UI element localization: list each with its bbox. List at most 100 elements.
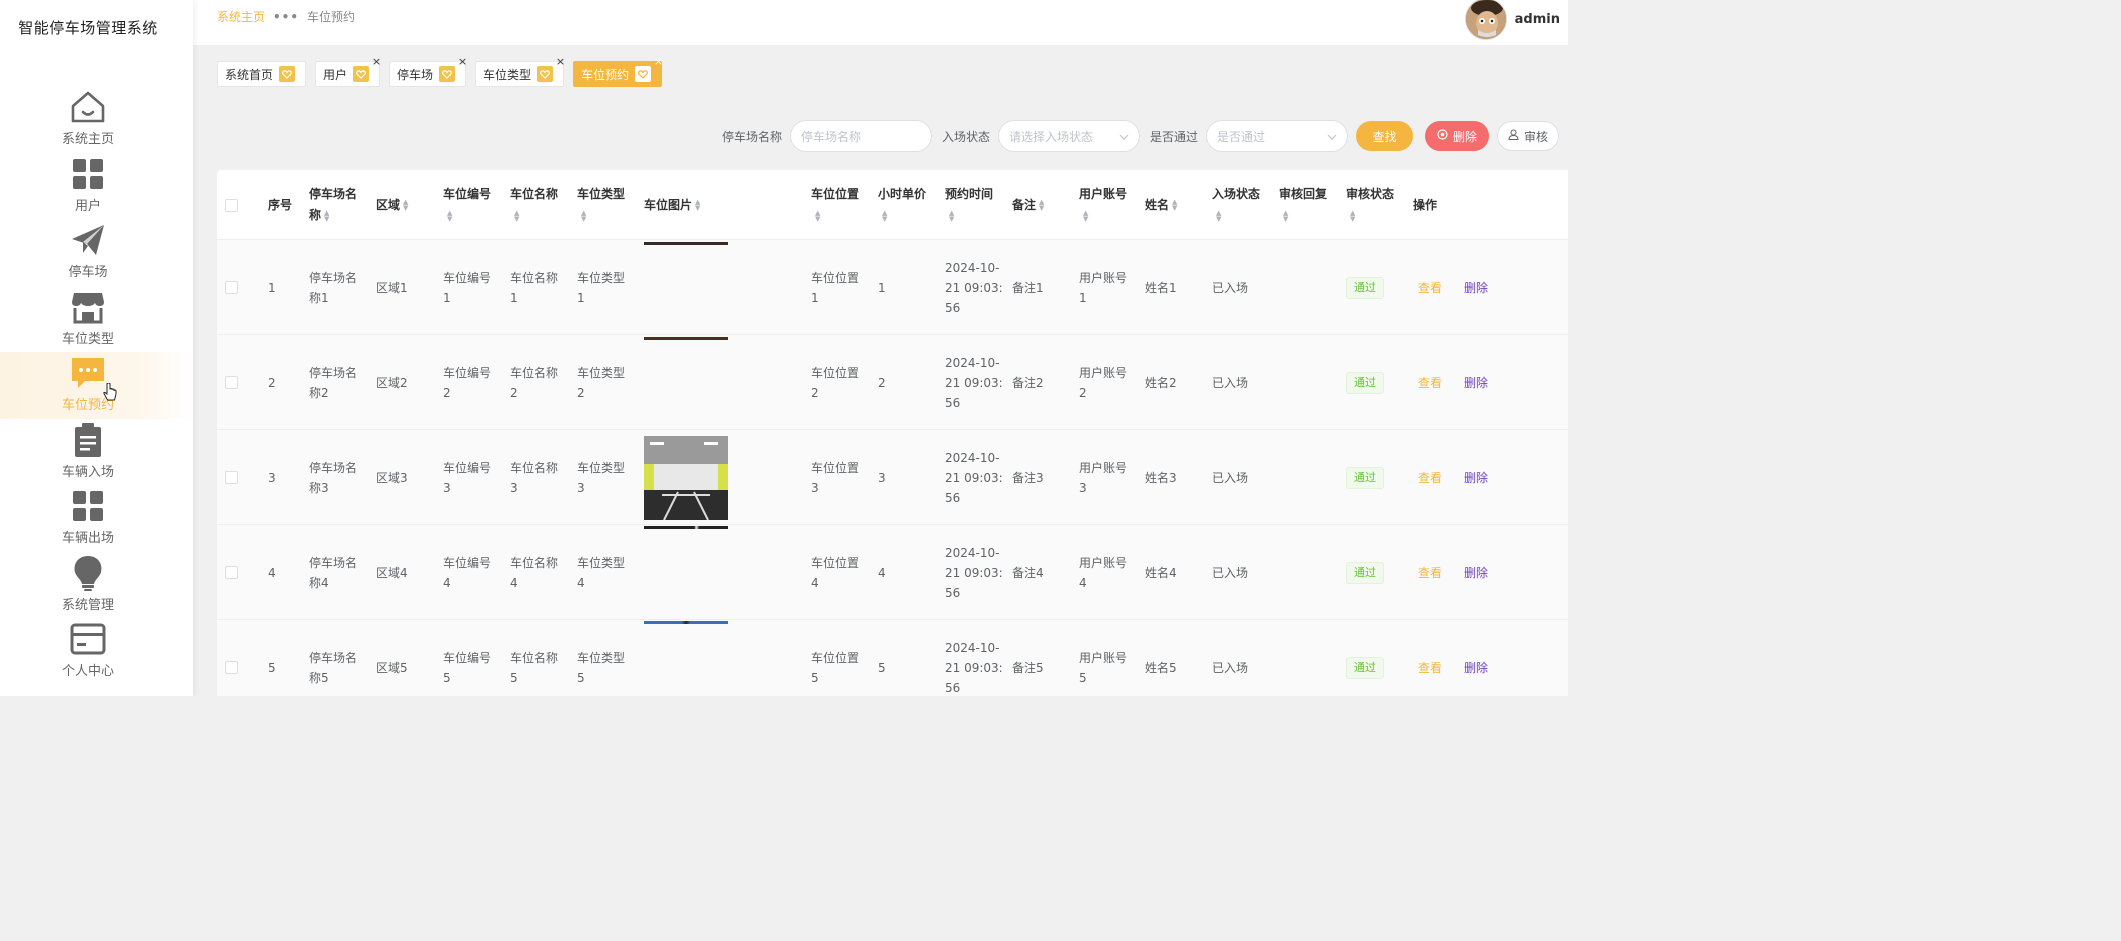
- sort-icon[interactable]: ▲ ▼: [815, 209, 820, 222]
- view-link[interactable]: 查看: [1418, 525, 1442, 620]
- sort-icon[interactable]: ▲ ▼: [1172, 199, 1177, 212]
- tag-parking-lot[interactable]: 停车场 ×: [389, 56, 467, 87]
- cell-area: 区域4: [376, 565, 408, 580]
- close-icon[interactable]: ×: [372, 56, 381, 67]
- sort-icon[interactable]: ▲ ▼: [581, 209, 586, 222]
- view-link[interactable]: 查看: [1418, 240, 1442, 335]
- header-spot-location-label: 车位位置: [811, 187, 860, 201]
- sort-icon[interactable]: ▲ ▼: [514, 209, 519, 222]
- sort-icon[interactable]: ▲ ▼: [949, 209, 954, 222]
- header-spot-name[interactable]: 车位名称 ▲ ▼: [510, 170, 568, 240]
- tag-label: 停车场: [397, 67, 434, 82]
- sort-icon[interactable]: ▲ ▼: [1350, 209, 1355, 222]
- sort-icon[interactable]: ▲ ▼: [403, 199, 408, 212]
- sort-icon[interactable]: ▲ ▼: [324, 209, 329, 222]
- tag-home[interactable]: 系统首页: [217, 61, 307, 87]
- row-checkbox[interactable]: [225, 566, 238, 579]
- user-menu[interactable]: admin: [1464, 0, 1560, 40]
- breadcrumb-home[interactable]: 系统主页: [217, 8, 265, 25]
- spot-image[interactable]: [644, 435, 728, 520]
- cell-name: 姓名4: [1145, 565, 1177, 580]
- close-icon[interactable]: ×: [458, 56, 467, 67]
- view-link-label: 查看: [1418, 565, 1443, 580]
- entry-status-label: 入场状态: [941, 129, 990, 144]
- sidebar-item-vehicle-exit[interactable]: 车辆出场: [0, 485, 176, 552]
- tag-reservation[interactable]: 车位预约 ×: [573, 56, 663, 87]
- delete-link[interactable]: 删除: [1464, 525, 1488, 620]
- delete-button[interactable]: 删除: [1425, 121, 1489, 151]
- sort-icon[interactable]: ▲ ▼: [695, 199, 700, 212]
- header-spot-image[interactable]: 车位图片 ▲ ▼: [644, 170, 802, 240]
- view-link[interactable]: 查看: [1418, 620, 1442, 696]
- sidebar-item-user[interactable]: 用户: [0, 153, 176, 220]
- sidebar-item-home[interactable]: 系统主页: [0, 86, 176, 153]
- sort-icon[interactable]: ▲ ▼: [882, 209, 887, 222]
- sidebar-item-spot-type[interactable]: 车位类型: [0, 286, 176, 353]
- sidebar-item-label: 车位类型: [61, 331, 114, 347]
- select-all-checkbox[interactable]: [225, 198, 238, 212]
- sort-icon[interactable]: ▲ ▼: [447, 209, 452, 222]
- row-checkbox[interactable]: [225, 661, 238, 674]
- delete-link[interactable]: 删除: [1464, 430, 1488, 525]
- audit-button[interactable]: 审核: [1497, 121, 1559, 151]
- row-checkbox[interactable]: [225, 376, 238, 389]
- header-hourly-price[interactable]: 小时单价 ▲ ▼: [878, 170, 936, 240]
- close-icon[interactable]: ×: [654, 56, 663, 67]
- view-link[interactable]: 查看: [1418, 430, 1442, 525]
- store-icon: [69, 288, 107, 326]
- sort-icon[interactable]: ▲ ▼: [1216, 209, 1221, 222]
- sidebar-item-reservation[interactable]: 车位预约: [0, 352, 193, 419]
- sort-icon[interactable]: ▲ ▼: [1039, 199, 1044, 212]
- delete-link[interactable]: 删除: [1464, 240, 1488, 335]
- tag-user[interactable]: 用户 ×: [315, 56, 381, 87]
- spot-image[interactable]: [644, 621, 728, 624]
- sidebar-item-vehicle-entry[interactable]: 车辆入场: [0, 419, 176, 486]
- header-area[interactable]: 区域 ▲ ▼: [376, 170, 434, 240]
- cell-index: 1: [268, 280, 276, 295]
- system-title: 智能停车场管理系统: [18, 19, 158, 37]
- header-audit-status[interactable]: 审核状态 ▲ ▼: [1346, 170, 1404, 240]
- entry-status-placeholder: 请选择入场状态: [1008, 129, 1093, 144]
- header-spot-location[interactable]: 车位位置 ▲ ▼: [811, 170, 869, 240]
- sort-icon[interactable]: ▲ ▼: [1083, 209, 1088, 222]
- sidebar-item-profile[interactable]: 个人中心: [0, 618, 176, 685]
- sidebar-item-parking-lot[interactable]: 停车场: [0, 219, 176, 286]
- header-note[interactable]: 备注 ▲ ▼: [1012, 170, 1070, 240]
- username[interactable]: admin: [1515, 12, 1560, 27]
- spot-image[interactable]: [644, 242, 728, 245]
- spot-image[interactable]: [644, 337, 728, 340]
- header-hourly-price-label: 小时单价: [878, 187, 927, 201]
- row-checkbox[interactable]: [225, 471, 238, 484]
- find-button[interactable]: 查找: [1356, 121, 1413, 151]
- delete-link[interactable]: 删除: [1464, 620, 1488, 696]
- entry-status-select[interactable]: 请选择入场状态: [997, 120, 1140, 152]
- header-entry-status[interactable]: 入场状态 ▲ ▼: [1212, 170, 1270, 240]
- cell-audit-status: 通过: [1346, 525, 1404, 620]
- close-icon[interactable]: ×: [556, 56, 565, 67]
- table-row: 3 停车场名称3 区域3 车位编号3 车位名称3 车位类型3 车位位置3 3 2…: [217, 430, 1568, 525]
- header-reserve-time[interactable]: 预约时间 ▲ ▼: [945, 170, 1003, 240]
- row-checkbox[interactable]: [225, 281, 238, 294]
- cell-entry-status: 已入场: [1212, 565, 1249, 580]
- header-user-account[interactable]: 用户账号 ▲ ▼: [1079, 170, 1137, 240]
- header-audit-reply[interactable]: 审核回复 ▲ ▼: [1279, 170, 1337, 240]
- spot-image[interactable]: [644, 526, 728, 529]
- tag-spot-type[interactable]: 车位类型 ×: [475, 56, 565, 87]
- cell-index: 4: [268, 565, 276, 580]
- sort-icon[interactable]: ▲ ▼: [1283, 209, 1288, 222]
- heart-icon: [635, 66, 652, 82]
- approved-select[interactable]: 是否通过: [1206, 120, 1348, 152]
- header-lot-name[interactable]: 停车场名称 ▲ ▼: [309, 170, 367, 240]
- view-link[interactable]: 查看: [1418, 335, 1442, 430]
- header-spot-no[interactable]: 车位编号 ▲ ▼: [443, 170, 501, 240]
- cell-reserve-time: 2024-10-21 09:03:56: [945, 640, 1003, 695]
- sidebar-item-system-admin[interactable]: 系统管理: [0, 552, 176, 619]
- header-name[interactable]: 姓名 ▲ ▼: [1145, 170, 1203, 240]
- delete-link[interactable]: 删除: [1464, 335, 1488, 430]
- avatar[interactable]: [1464, 0, 1507, 40]
- lot-name-input[interactable]: 停车场名称: [789, 120, 932, 152]
- clipboard-icon: [69, 421, 107, 459]
- header-spot-type[interactable]: 车位类型 ▲ ▼: [577, 170, 635, 240]
- lightbulb-icon: [69, 554, 107, 592]
- cell-spot-location: 车位位置3: [811, 460, 860, 495]
